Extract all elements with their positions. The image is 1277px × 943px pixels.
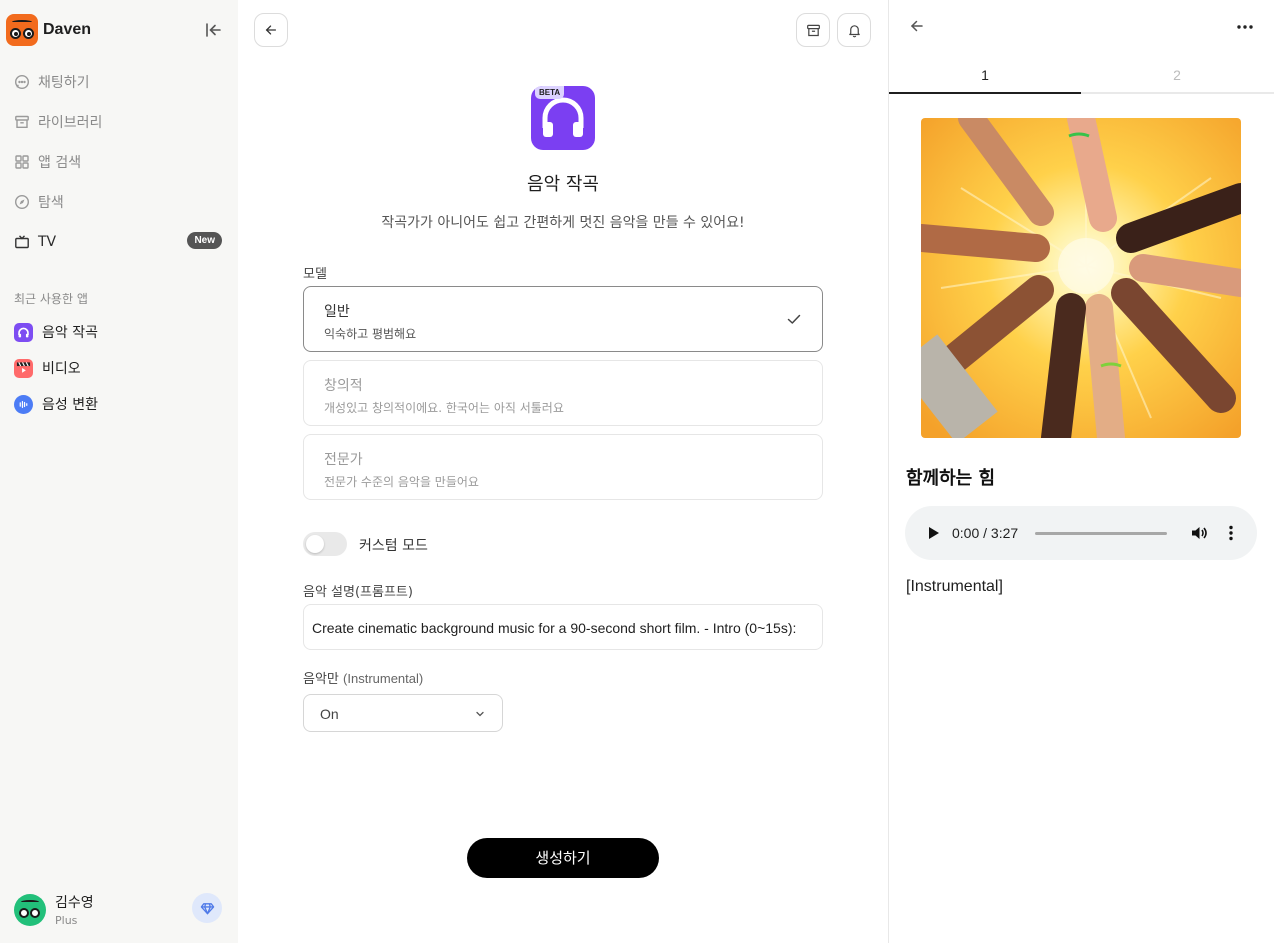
- seek-bar[interactable]: [1035, 532, 1167, 535]
- music-app-icon: BETA: [531, 86, 595, 150]
- result-tabs: 1 2: [889, 58, 1274, 94]
- panel-back-button[interactable]: [909, 18, 927, 36]
- play-icon: [929, 527, 939, 539]
- avatar: [14, 893, 46, 926]
- diamond-icon: [200, 902, 214, 914]
- song-title: 함께하는 힘: [906, 468, 996, 489]
- option-subtitle: 개성있고 창의적이에요. 한국어는 아직 서툴러요: [324, 401, 564, 415]
- model-option-expert[interactable]: 전문가 전문가 수준의 음악을 만들어요: [303, 434, 823, 500]
- player-menu-button[interactable]: [1223, 523, 1239, 543]
- sidebar-item-tv[interactable]: TV New: [0, 222, 238, 262]
- headphones-icon: [14, 322, 33, 342]
- sidebar-item-chat[interactable]: 채팅하기: [0, 62, 238, 102]
- main-content: BETA 음악 작곡 작곡가가 아니어도 쉽고 간편하게 멋진 음악을 만들 수…: [238, 0, 888, 943]
- volume-button[interactable]: [1189, 523, 1209, 543]
- tv-icon: [15, 235, 29, 249]
- sidebar-item-app-search[interactable]: 앱 검색: [0, 142, 238, 182]
- check-icon: [787, 314, 801, 324]
- custom-mode-toggle[interactable]: [303, 532, 347, 556]
- collapse-sidebar-icon[interactable]: [203, 20, 223, 40]
- sidebar-item-label: 채팅하기: [38, 75, 90, 91]
- recent-app-label: 비디오: [42, 361, 81, 377]
- chat-icon: [14, 74, 30, 90]
- page-description: 작곡가가 아니어도 쉽고 간편하게 멋진 음악을 만들 수 있어요!: [381, 215, 745, 231]
- recent-apps-list: 음악 작곡 비디오 음성 변환: [0, 314, 238, 422]
- sidebar-item-label: 라이브러리: [38, 115, 103, 131]
- sidebar-nav: 채팅하기 라이브러리 앱 검색 탐색 TV New: [0, 62, 238, 262]
- playback-time: 0:00 / 3:27: [952, 525, 1019, 541]
- instrumental-label-sub: (Instrumental): [343, 671, 424, 686]
- model-label: 모델: [303, 267, 327, 282]
- more-vertical-icon: [1229, 525, 1233, 541]
- user-plan: Plus: [55, 914, 78, 927]
- recent-app-label: 음성 변환: [42, 397, 98, 413]
- sidebar-item-label: TV: [38, 234, 57, 250]
- instrumental-label-text: 음악만: [303, 672, 339, 687]
- option-title: 일반: [324, 304, 350, 320]
- volume-icon: [1192, 527, 1207, 539]
- brand[interactable]: Daven: [6, 14, 91, 46]
- clapperboard-icon: [14, 358, 33, 378]
- archive-icon: [806, 24, 820, 36]
- option-title: 전문가: [324, 452, 363, 468]
- play-button[interactable]: [923, 523, 943, 543]
- prompt-input[interactable]: Create cinematic background music for a …: [303, 604, 823, 650]
- grid-icon: [15, 155, 29, 169]
- recent-app-music[interactable]: 음악 작곡: [0, 314, 238, 350]
- sidebar-item-label: 탐색: [38, 195, 64, 211]
- more-horizontal-icon: [1237, 25, 1253, 29]
- compass-icon: [14, 194, 30, 210]
- bell-icon: [848, 24, 860, 37]
- model-option-creative[interactable]: 창의적 개성있고 창의적이에요. 한국어는 아직 서툴러요: [303, 360, 823, 426]
- user-profile[interactable]: 김수영 Plus: [14, 892, 94, 927]
- recent-app-video[interactable]: 비디오: [0, 350, 238, 386]
- instrumental-label: 음악만 (Instrumental): [303, 668, 423, 687]
- audio-player: 0:00 / 3:27: [905, 506, 1257, 560]
- result-panel: 1 2 함께하는 힘 0:00 / 3:27 [Instrumental]: [888, 0, 1277, 943]
- arrow-left-icon: [910, 20, 923, 32]
- sidebar-item-library[interactable]: 라이브러리: [0, 102, 238, 142]
- archive-icon: [15, 115, 29, 128]
- archive-button[interactable]: [796, 13, 830, 47]
- recent-apps-title: 최근 사용한 앱: [14, 292, 88, 306]
- daven-logo-icon: [6, 14, 38, 46]
- sidebar-item-label: 앱 검색: [38, 155, 82, 171]
- model-option-general[interactable]: 일반 익숙하고 평범해요: [303, 286, 823, 352]
- recent-app-label: 음악 작곡: [42, 325, 98, 341]
- chevron-down-icon: [476, 711, 484, 717]
- custom-mode-label: 커스텀 모드: [359, 538, 428, 554]
- user-name: 김수영: [55, 895, 94, 911]
- beta-badge: BETA: [535, 86, 565, 99]
- option-subtitle: 전문가 수준의 음악을 만들어요: [324, 475, 479, 489]
- arrow-left-icon: [265, 25, 277, 35]
- instrumental-select-value: On: [320, 706, 339, 722]
- upgrade-button[interactable]: [192, 893, 222, 923]
- instrumental-select[interactable]: On: [303, 694, 503, 732]
- page-title: 음악 작곡: [527, 174, 599, 195]
- tab-2[interactable]: 2: [1081, 58, 1273, 92]
- more-options-button[interactable]: [1235, 18, 1255, 36]
- option-subtitle: 익숙하고 평범해요: [324, 327, 417, 341]
- new-badge: New: [187, 232, 222, 249]
- sidebar-item-explore[interactable]: 탐색: [0, 182, 238, 222]
- notifications-button[interactable]: [837, 13, 871, 47]
- prompt-label: 음악 설명(프롬프트): [303, 585, 413, 600]
- voice-icon: [14, 394, 33, 414]
- generate-button[interactable]: 생성하기: [467, 838, 659, 878]
- recent-app-voice[interactable]: 음성 변환: [0, 386, 238, 422]
- brand-name: Daven: [43, 21, 92, 38]
- sidebar: Daven 채팅하기 라이브러리 앱 검색 탐색 TV New 최근 사용한 앱: [0, 0, 238, 943]
- tab-1[interactable]: 1: [889, 58, 1081, 94]
- album-cover-image: [921, 118, 1241, 438]
- option-title: 창의적: [324, 378, 363, 394]
- lyrics-text: [Instrumental]: [906, 578, 1003, 595]
- back-button[interactable]: [254, 13, 288, 47]
